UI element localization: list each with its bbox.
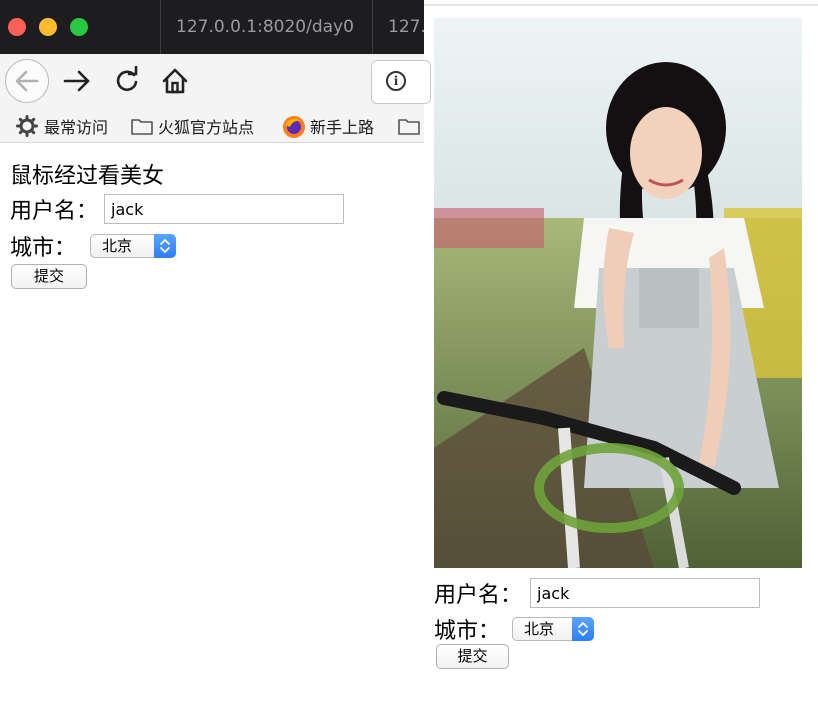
city-select[interactable]: 北京 <box>90 234 177 258</box>
username-input[interactable] <box>104 194 345 224</box>
photo-illustration <box>434 18 802 568</box>
hover-city-row: 城市： 北京 <box>434 613 595 645</box>
minimize-window-button[interactable] <box>39 18 57 36</box>
submit-button[interactable]: 提交 <box>11 264 87 289</box>
bookmark-label: 最常访问 <box>44 118 109 137</box>
hover-username-row: 用户名： <box>434 577 761 609</box>
maximize-window-button[interactable] <box>70 18 88 36</box>
portrait-photo <box>434 18 802 568</box>
username-row: 用户名： <box>10 193 345 225</box>
username-label: 用户名： <box>434 583 523 608</box>
username-label: 用户名： <box>10 199 99 224</box>
home-icon <box>162 68 188 94</box>
title-bar: 127.0.0.1:8020/day03-j 127.0 <box>0 0 424 54</box>
folder-icon <box>130 115 153 137</box>
bookmarks-toolbar: 最常访问 火狐官方站点 新手上路 <box>0 110 424 143</box>
reload-icon <box>116 66 138 92</box>
hover-submit-button[interactable]: 提交 <box>436 644 509 669</box>
page-heading: 鼠标经过看美女 <box>10 164 165 189</box>
forward-arrow-icon <box>63 70 90 92</box>
tab-divider <box>160 0 161 54</box>
home-button[interactable] <box>160 66 190 96</box>
city-row: 城市： 北京 <box>10 230 177 262</box>
reload-button[interactable] <box>112 66 142 96</box>
address-bar[interactable]: i <box>371 60 431 104</box>
window-edge <box>424 4 818 6</box>
back-arrow-icon <box>15 70 39 92</box>
bookmark-label: 新手上路 <box>310 118 375 137</box>
bookmark-label: 火狐官方站点 <box>158 118 255 137</box>
folder-icon <box>397 115 420 137</box>
close-window-button[interactable] <box>8 18 26 36</box>
bookmark-firefox-official[interactable]: 火狐官方站点 <box>130 110 254 142</box>
navigation-toolbar: i <box>0 54 431 110</box>
bookmark-folder[interactable] <box>397 110 425 142</box>
bookmark-getting-started[interactable]: 新手上路 <box>282 110 374 142</box>
hover-city-select[interactable]: 北京 <box>512 617 595 641</box>
select-updown-icon <box>572 617 595 641</box>
city-select-value: 北京 <box>102 237 133 255</box>
tab-divider <box>372 0 373 54</box>
gear-icon <box>16 115 38 137</box>
hover-username-input[interactable] <box>530 578 761 608</box>
site-info-icon[interactable]: i <box>386 71 406 91</box>
browser-window: 127.0.0.1:8020/day03-j 127.0 <box>0 0 431 704</box>
tab-active-page[interactable]: 127.0.0.1:8020/day03-j <box>176 0 354 54</box>
tab-second-page[interactable]: 127.0 <box>388 0 424 54</box>
forward-button[interactable] <box>62 66 92 96</box>
firefox-icon <box>282 115 305 138</box>
city-label: 城市： <box>10 236 77 261</box>
bookmark-most-visited[interactable]: 最常访问 <box>16 110 108 142</box>
city-label: 城市： <box>434 619 501 644</box>
screenshot: 127.0.0.1:8020/day03-j 127.0 <box>0 0 818 704</box>
back-button[interactable] <box>5 59 49 103</box>
city-select-value: 北京 <box>524 620 555 638</box>
select-updown-icon <box>154 234 177 258</box>
